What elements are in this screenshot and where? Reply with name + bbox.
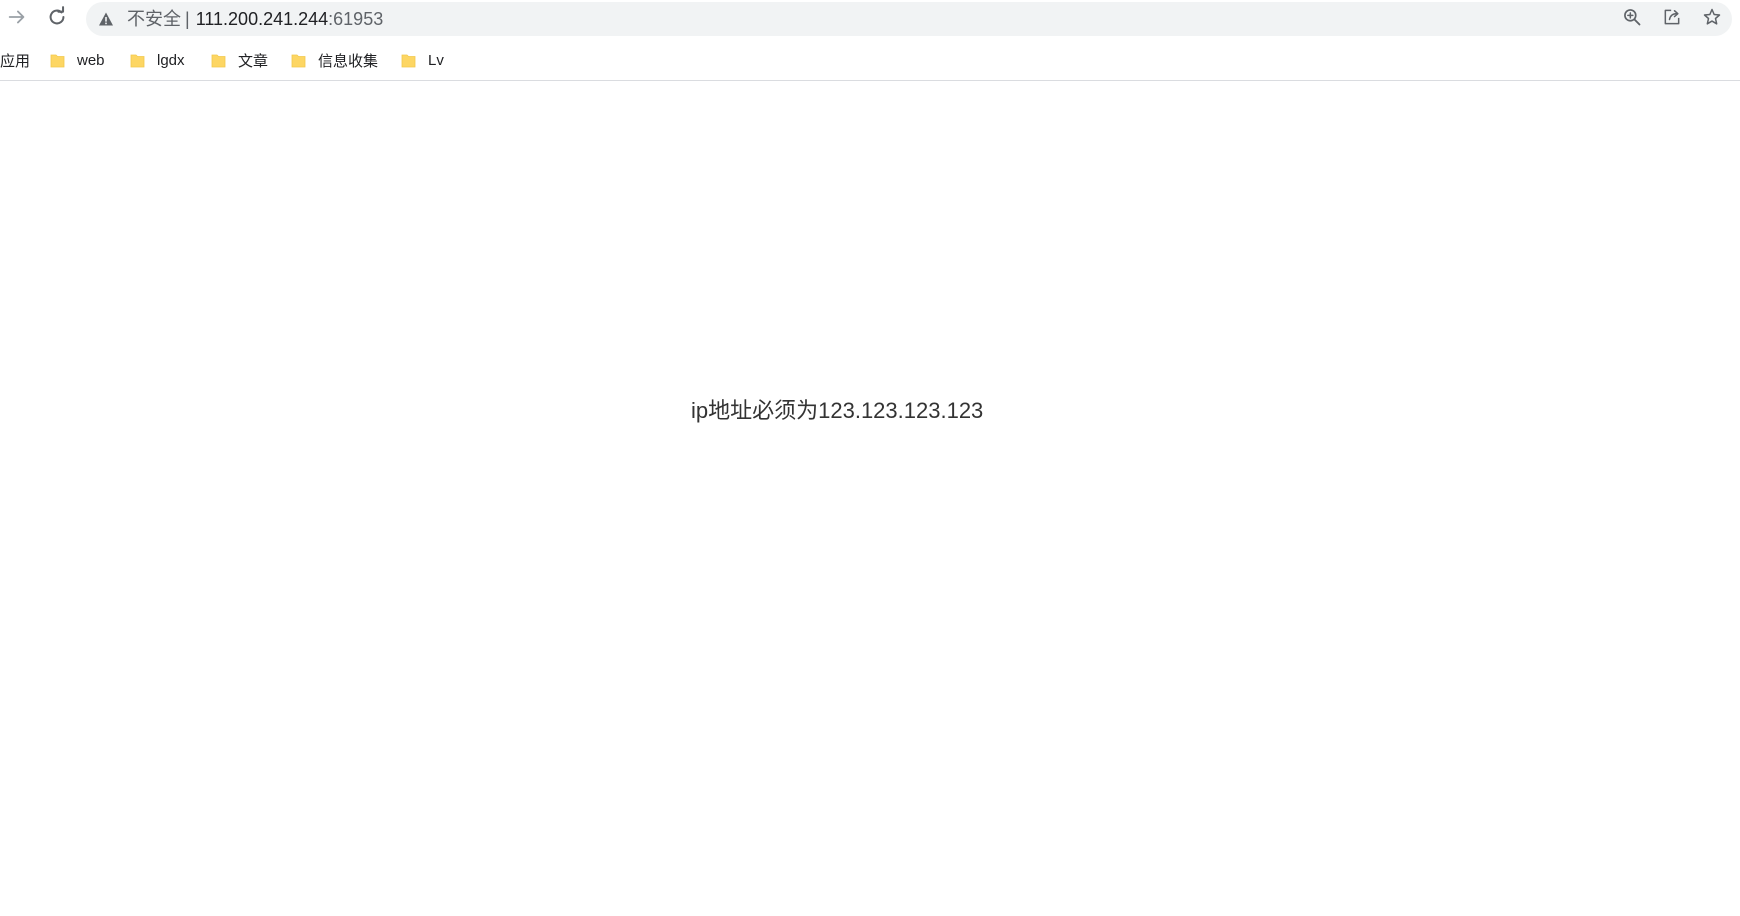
bookmark-folder-label: web [77, 51, 105, 69]
ip-requirement-message: ip地址必须为123.123.123.123 [691, 398, 984, 423]
zoom-button[interactable] [1620, 7, 1644, 31]
arrow-right-icon [6, 6, 28, 33]
folder-icon [291, 53, 306, 68]
bookmark-folder-label: Lv [428, 51, 444, 69]
bookmarks-bar: 应用 web lgdx 文章 信息收集 Lv [0, 40, 1740, 81]
url-port: :61953 [328, 9, 384, 29]
security-label: 不安全 [127, 9, 181, 29]
bookmark-folder-web[interactable]: web [50, 40, 105, 80]
page-content: ip地址必须为123.123.123.123 [0, 81, 1740, 916]
zoom-in-icon [1622, 7, 1642, 32]
folder-icon [130, 53, 145, 68]
reload-button[interactable] [44, 5, 70, 33]
bookmark-folder-label: 文章 [238, 52, 269, 70]
bookmark-apps[interactable]: 应用 [0, 40, 30, 80]
bookmark-folder-articles[interactable]: 文章 [211, 40, 268, 80]
reload-icon [46, 5, 68, 33]
share-button[interactable] [1660, 7, 1684, 31]
folder-icon [401, 53, 416, 68]
address-bar[interactable]: 不安全 | 111.200.241.244:61953 [86, 2, 1732, 36]
folder-icon [211, 53, 226, 68]
url-separator: | [185, 9, 190, 29]
bookmark-star-button[interactable] [1700, 7, 1724, 31]
bookmark-folder-lv[interactable]: Lv [401, 40, 444, 80]
browser-toolbar: 不安全 | 111.200.241.244:61953 [0, 0, 1740, 40]
share-icon [1662, 7, 1682, 32]
bookmark-folder-label: 信息收集 [318, 52, 379, 70]
warning-triangle-icon[interactable] [98, 11, 114, 27]
forward-button[interactable] [4, 6, 30, 32]
bookmark-folder-lgdx[interactable]: lgdx [130, 40, 185, 80]
url-text[interactable]: 不安全 | 111.200.241.244:61953 [127, 2, 383, 36]
url-host: 111.200.241.244 [195, 9, 329, 29]
star-icon [1702, 7, 1722, 32]
bookmark-folder-label: lgdx [157, 51, 185, 69]
bookmark-folder-info-gathering[interactable]: 信息收集 [291, 40, 378, 80]
bookmark-apps-label: 应用 [0, 52, 31, 70]
folder-icon [50, 53, 65, 68]
